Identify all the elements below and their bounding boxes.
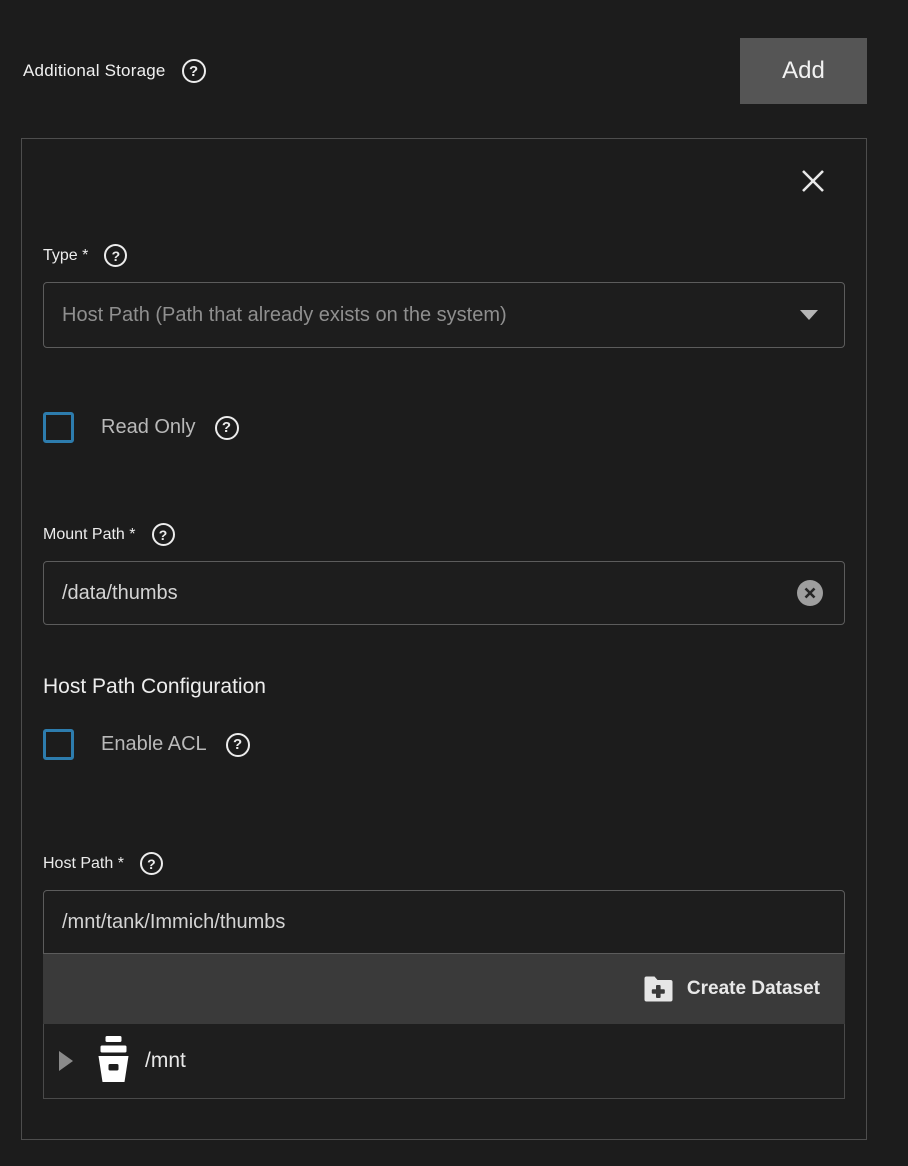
host-path-label: Host Path *	[43, 855, 124, 873]
host-path-config-heading: Host Path Configuration	[43, 675, 845, 699]
type-label: Type *	[43, 247, 88, 265]
storage-item-panel: Type * ? Host Path (Path that already ex…	[21, 138, 867, 1140]
folder-plus-icon	[643, 976, 674, 1002]
section-title: Additional Storage	[23, 61, 166, 81]
close-icon[interactable]	[798, 166, 828, 196]
create-dataset-button[interactable]: Create Dataset	[643, 976, 820, 1002]
type-select-value: Host Path (Path that already exists on t…	[62, 304, 507, 327]
mount-path-label: Mount Path *	[43, 526, 136, 544]
tree-node-mnt[interactable]: /mnt	[44, 1024, 844, 1098]
help-icon[interactable]: ?	[215, 416, 239, 440]
chevron-down-icon	[800, 310, 818, 320]
help-icon[interactable]: ?	[152, 523, 175, 546]
mount-path-input[interactable]	[43, 561, 845, 625]
help-icon[interactable]: ?	[182, 59, 206, 83]
help-icon[interactable]: ?	[104, 244, 127, 267]
enable-acl-label: Enable ACL	[101, 733, 207, 756]
expand-arrow-icon[interactable]	[59, 1051, 73, 1071]
explorer-toolbar: Create Dataset	[43, 954, 845, 1024]
dataset-icon	[95, 1036, 132, 1087]
create-dataset-label: Create Dataset	[687, 978, 820, 1000]
type-select[interactable]: Host Path (Path that already exists on t…	[43, 282, 845, 348]
read-only-label: Read Only	[101, 416, 196, 439]
help-icon[interactable]: ?	[140, 852, 163, 875]
clear-icon[interactable]	[797, 580, 823, 606]
additional-storage-header: Additional Storage ? Add	[0, 0, 908, 104]
host-path-input[interactable]	[43, 890, 845, 954]
enable-acl-checkbox[interactable]	[43, 729, 74, 760]
dataset-tree: /mnt	[43, 1024, 845, 1099]
tree-node-label: /mnt	[145, 1049, 186, 1073]
read-only-checkbox[interactable]	[43, 412, 74, 443]
help-icon[interactable]: ?	[226, 733, 250, 757]
add-button[interactable]: Add	[740, 38, 867, 104]
host-path-explorer: Create Dataset /mnt	[43, 890, 845, 1099]
